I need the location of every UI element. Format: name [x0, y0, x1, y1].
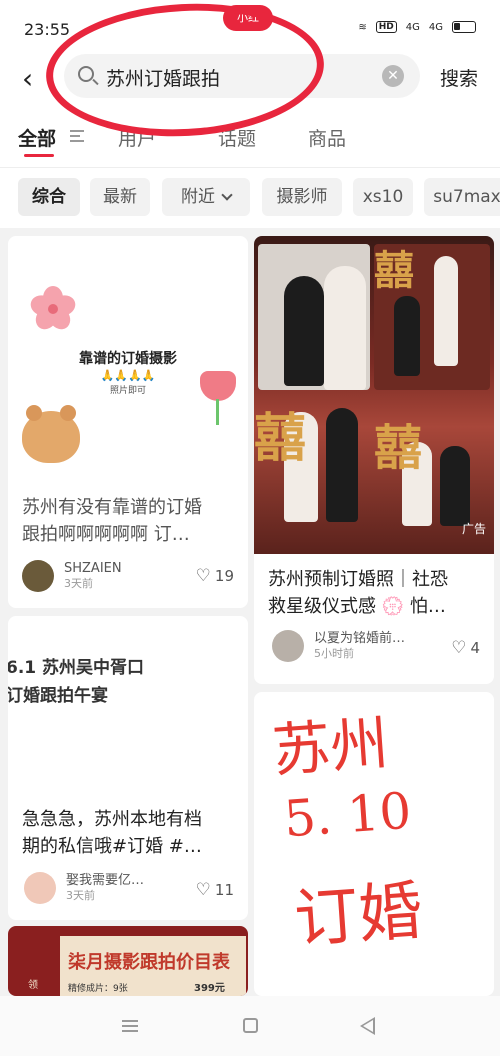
cover-heading: 靠谱的订婚摄影	[79, 351, 177, 367]
cover-text-line: 6.1 苏州吴中胥口	[8, 658, 145, 678]
heart-icon: ♡	[195, 566, 211, 586]
double-happiness-char: 囍	[254, 408, 307, 469]
search-query-text[interactable]: 苏州订婚跟拍	[106, 64, 220, 91]
ad-badge: 广告	[461, 522, 486, 536]
wifi-icon: ≋	[358, 21, 367, 33]
filter-chips: 综合 最新 附近 摄影师 xs10 su7max	[0, 168, 500, 228]
hd-icon: HD	[375, 21, 397, 33]
signal-icon-2: 4G	[428, 21, 443, 33]
cover-text: 6.1 苏州吴中胥口 订婚跟拍午宴	[8, 654, 144, 710]
chip-xs10[interactable]: xs10	[353, 178, 413, 216]
heart-icon: ♡	[195, 880, 211, 900]
chip-label: 附近	[181, 187, 215, 207]
status-icons: ≋ HD 4G 4G	[358, 21, 476, 33]
price-value: 399元	[194, 983, 225, 994]
bride-figure	[324, 266, 366, 390]
filter-icon[interactable]	[70, 130, 84, 142]
card-title-line: 救星级仪式感 💮 怕…	[268, 596, 446, 617]
chip-comprehensive[interactable]: 综合	[18, 178, 80, 216]
signal-icon-1: 4G	[405, 21, 420, 33]
author-name: 娶我需要亿…	[66, 873, 145, 888]
note-card[interactable]: 靠谱的订婚摄影 🙏🙏🙏🙏 照片即可 苏州有没有靠谱的订婚 跟拍啊啊啊啊啊 订… …	[8, 236, 248, 608]
card-author[interactable]: 以夏为铭婚前… 5小时前	[272, 630, 405, 662]
handwritten-text: 5. 10	[282, 781, 414, 849]
cover-photo: 囍 囍 囍	[254, 236, 494, 554]
note-card-ad[interactable]: 囍 囍 囍 广告 苏州预制订婚照｜社恐 救星级仪式感 💮 怕… 以夏为铭婚前… …	[254, 236, 494, 684]
avatar	[272, 630, 304, 662]
tulip-stem	[216, 399, 219, 425]
like-count: 11	[214, 881, 234, 899]
card-title: 苏州预制订婚照｜社恐 救星级仪式感 💮 怕…	[268, 566, 488, 620]
double-happiness-char: 囍	[374, 420, 423, 476]
author-name: SHZAIEN	[64, 561, 122, 576]
price-item: 精修成片：9张	[68, 984, 128, 994]
status-bar: 23:55 小红 ≋ HD 4G 4G	[0, 0, 500, 54]
back-triangle-icon[interactable]	[360, 1017, 375, 1035]
like-count: 19	[214, 567, 234, 585]
cherry-blossom-icon	[28, 286, 78, 334]
search-input[interactable]: 苏州订婚跟拍 ✕	[64, 54, 420, 98]
chevron-down-icon	[221, 189, 233, 201]
avatar	[22, 560, 54, 592]
home-icon[interactable]	[243, 1018, 258, 1033]
active-tab-indicator	[24, 154, 54, 157]
handwritten-text: 订婚	[291, 874, 425, 958]
post-time: 3天前	[66, 889, 95, 902]
groom-figure	[440, 446, 470, 526]
price-title: 柒月摄影跟拍价目表	[68, 952, 230, 973]
system-nav-bar	[0, 996, 500, 1056]
back-arrow-icon[interactable]: ‹	[22, 62, 33, 95]
chip-nearby[interactable]: 附近	[162, 178, 250, 216]
chip-su7max[interactable]: su7max	[424, 178, 500, 216]
groom-figure	[284, 276, 324, 386]
chip-latest[interactable]: 最新	[90, 178, 150, 216]
side-text: 领	[28, 980, 38, 991]
chip-photographer[interactable]: 摄影师	[262, 178, 342, 216]
card-title-line: 跟拍啊啊啊啊啊 订…	[22, 524, 190, 545]
card-title: 苏州有没有靠谱的订婚 跟拍啊啊啊啊啊 订…	[22, 494, 242, 548]
search-icon	[78, 66, 94, 82]
app-pill-badge: 小红	[223, 5, 273, 31]
search-button[interactable]: 搜索	[440, 64, 478, 91]
tab-products[interactable]: 商品	[308, 124, 346, 151]
clear-icon[interactable]: ✕	[382, 65, 404, 87]
tab-all[interactable]: 全部	[18, 124, 57, 157]
like-button[interactable]: ♡ 19	[196, 566, 234, 586]
tab-label: 全部	[18, 128, 57, 150]
card-title-line: 期的私信哦#订婚 #…	[22, 836, 202, 857]
card-title-line: 急急急，苏州本地有档	[22, 809, 202, 830]
search-header: ‹ 苏州订婚跟拍 ✕ 搜索	[0, 54, 500, 104]
note-card[interactable]: 柒月摄影跟拍价目表 精修成片：9张 399元 领	[8, 926, 248, 996]
groom-figure	[394, 296, 420, 376]
groom-figure	[326, 408, 358, 522]
like-count: 4	[470, 639, 480, 657]
card-title: 急急急，苏州本地有档 期的私信哦#订婚 #…	[22, 806, 244, 860]
double-happiness-char: 囍	[374, 247, 414, 294]
like-button[interactable]: ♡ 11	[196, 880, 234, 900]
post-time: 3天前	[64, 577, 93, 590]
teddy-bear-icon	[22, 405, 80, 463]
note-card[interactable]: 6.1 苏州吴中胥口 订婚跟拍午宴 急急急，苏州本地有档 期的私信哦#订婚 #……	[8, 616, 248, 920]
author-name: 以夏为铭婚前…	[314, 631, 406, 646]
tulip-icon	[200, 371, 236, 401]
note-card[interactable]: 苏州 5. 10 订婚	[254, 692, 494, 996]
tab-topics[interactable]: 话题	[218, 124, 256, 151]
result-tabs: 全部 用户 话题 商品	[0, 104, 500, 168]
heart-icon: ♡	[451, 638, 467, 658]
card-title-line: 苏州预制订婚照｜社恐	[268, 569, 448, 590]
card-author[interactable]: SHZAIEN 3天前	[22, 560, 122, 592]
card-author[interactable]: 娶我需要亿… 3天前	[24, 872, 144, 904]
like-button[interactable]: ♡ 4	[451, 638, 480, 658]
avatar	[24, 872, 56, 904]
cover-text-line: 订婚跟拍午宴	[8, 686, 108, 706]
bride-figure	[434, 256, 458, 366]
handwritten-text: 苏州	[270, 709, 391, 785]
status-time: 23:55	[24, 20, 71, 39]
tab-users[interactable]: 用户	[118, 124, 156, 151]
battery-icon	[452, 21, 476, 33]
post-time: 5小时前	[314, 647, 354, 660]
menu-icon[interactable]	[122, 1020, 138, 1032]
card-title-line: 苏州有没有靠谱的订婚	[22, 497, 202, 518]
